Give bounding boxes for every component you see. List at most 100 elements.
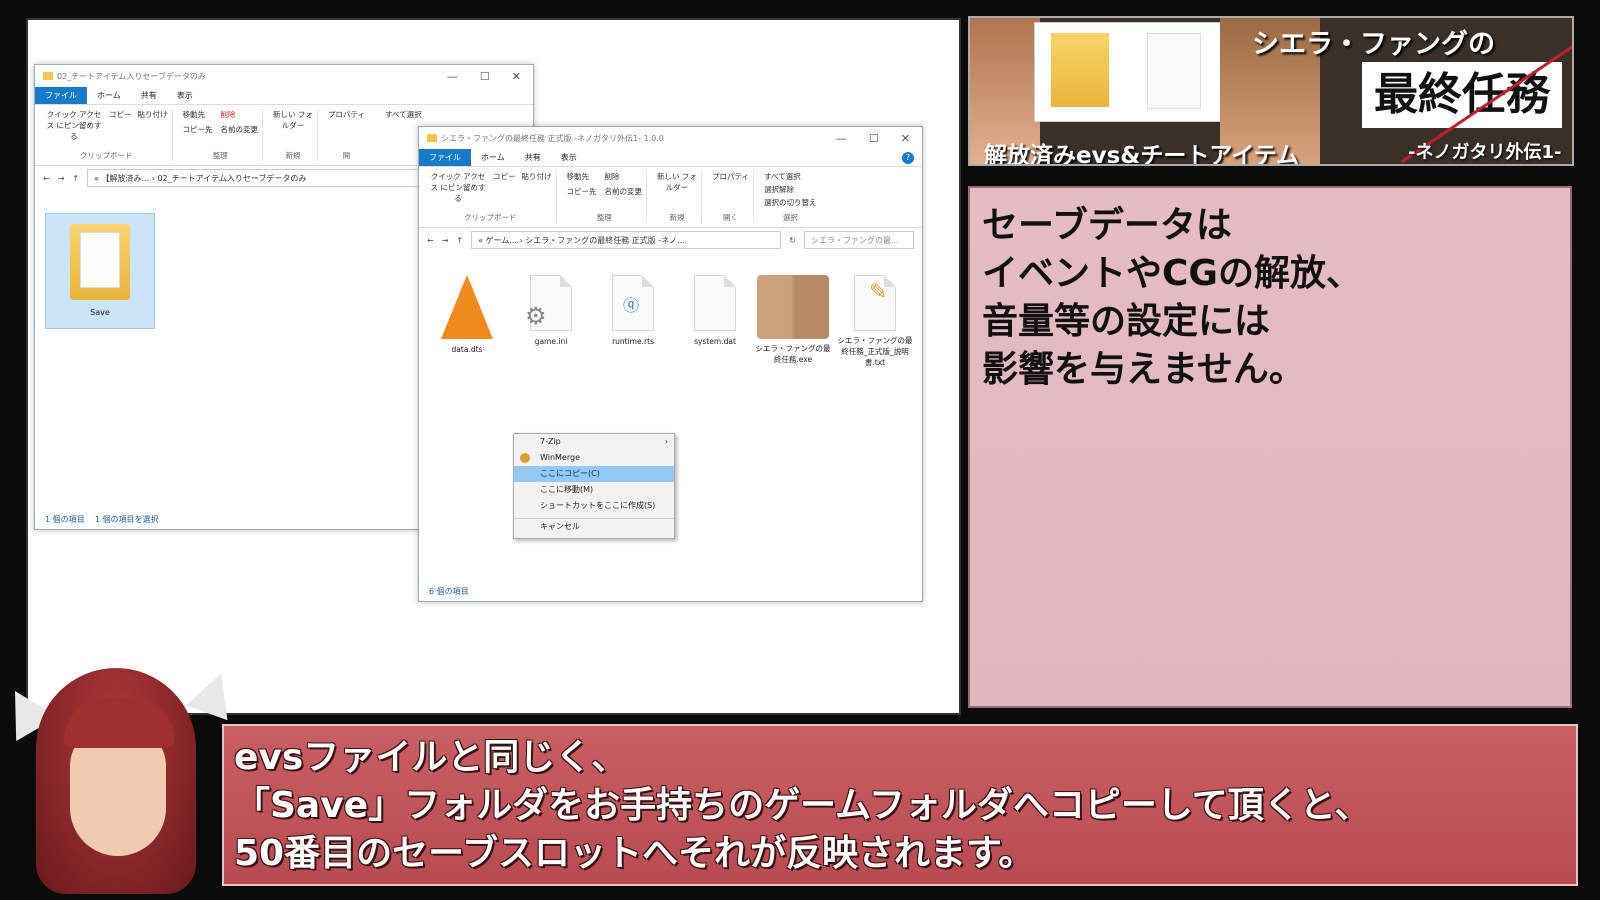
subtitle-line: 50番目のセーブスロットへそれが反映されます。 [234, 833, 1035, 874]
rename-button[interactable]: 名前の変更 [221, 124, 259, 135]
help-icon[interactable]: ? [902, 151, 914, 164]
tab-file[interactable]: ファイル [35, 87, 87, 104]
context-menu: 7-Zip › WinMerge ここにコピー(C) ここに移動(M) ショートカ… [513, 433, 675, 539]
select-all-button[interactable]: すべて選択 [385, 110, 422, 119]
new-folder-button[interactable]: 新しい フォルダー [657, 171, 697, 193]
pin-button[interactable]: クイック アクセス にピン留めする [45, 109, 103, 142]
group-label: クリップボード [80, 151, 133, 160]
back-icon[interactable]: ← [43, 174, 50, 183]
forward-icon[interactable]: → [442, 236, 449, 245]
tab-share[interactable]: 共有 [131, 87, 167, 104]
tab-share[interactable]: 共有 [515, 149, 551, 166]
menu-item-cancel[interactable]: キャンセル [514, 518, 674, 534]
group-label: 新規 [285, 151, 301, 160]
menu-item-winmerge[interactable]: WinMerge [514, 450, 674, 466]
group-label: 開 [342, 151, 351, 160]
search-input[interactable]: シエラ・ファングの最... [804, 231, 914, 249]
folder-icon [70, 224, 130, 300]
status-selected: 1 個の項目を選択 [94, 515, 159, 524]
forward-icon[interactable]: → [58, 174, 65, 183]
explorer-window-game-folder: シエラ・ファングの最終任務 正式版 -ネノガタリ外伝1- 1.0.0 — ☐ ✕ フ… [418, 126, 923, 602]
address-path[interactable]: « ゲーム... › シエラ・ファングの最終任務 正式版 -ネノ... [471, 231, 782, 249]
back-icon[interactable]: ← [427, 236, 434, 245]
text-file-icon: ✎ [854, 275, 896, 331]
note-line: セーブデータは [982, 205, 1232, 246]
screen-capture-area: 02_チートアイテム入りセーブデータのみ — ☐ ✕ ファイル ホーム 共有 表示 … [26, 18, 961, 715]
select-all-button[interactable]: すべて選択 [764, 171, 817, 182]
tab-home[interactable]: ホーム [471, 149, 515, 166]
window-title: 02_チートアイテム入りセーブデータのみ [57, 71, 206, 81]
close-icon[interactable]: ✕ [901, 132, 910, 145]
tab-file[interactable]: ファイル [419, 149, 471, 166]
save-folder-item[interactable]: Save [45, 213, 155, 329]
ribbon: クイック アクセス にピン留めする コピー 貼り付け クリップボード 移動先 削… [419, 166, 922, 228]
refresh-icon[interactable]: ↻ [789, 236, 796, 245]
window-title: シエラ・ファングの最終任務 正式版 -ネノガタリ外伝1- 1.0.0 [441, 133, 664, 143]
bangs [64, 698, 174, 748]
copy-to-button[interactable]: コピー先 [567, 186, 597, 197]
subtitle-box: evsファイルと同じく、 「Save」フォルダをお手持ちのゲームフォルダへコピー… [222, 724, 1578, 886]
file-label: runtime.rts [612, 337, 654, 346]
copy-button[interactable]: コピー [493, 171, 516, 204]
tab-view[interactable]: 表示 [167, 87, 203, 104]
menu-item-7zip[interactable]: 7-Zip › [514, 434, 674, 450]
file-item[interactable]: system.dat [677, 275, 753, 346]
invert-selection-button[interactable]: 選択の切り替え [764, 197, 817, 208]
menu-item-copy-here[interactable]: ここにコピー(C) [514, 466, 674, 482]
file-label: system.dat [694, 337, 736, 346]
group-label: クリップボード [464, 213, 517, 222]
copy-to-button[interactable]: コピー先 [183, 124, 213, 135]
clipboard-group: クイック アクセス にピン留めする コピー 貼り付け クリップボード [41, 109, 173, 161]
group-label: 選択 [782, 213, 798, 222]
file-item[interactable]: ✎ シエラ・ファングの最終任務_正式版_説明書.txt [837, 275, 913, 368]
note-line: イベントやCGの解放、 [982, 253, 1362, 294]
delete-button[interactable]: 削除 [605, 171, 643, 182]
move-to-button[interactable]: 移動先 [183, 109, 213, 120]
file-label: シエラ・ファングの最終任務_正式版_説明書.txt [837, 336, 913, 367]
address-bar: ← → ↑ « ゲーム... › シエラ・ファングの最終任務 正式版 -ネノ..… [419, 228, 922, 252]
paste-button[interactable]: 貼り付け [522, 171, 552, 204]
chevron-right-icon: › [664, 437, 668, 446]
select-group: すべて選択 [375, 109, 422, 161]
ribbon-tabs: ファイル ホーム 共有 表示 [35, 87, 533, 104]
menu-item-move-here[interactable]: ここに移動(M) [514, 482, 674, 498]
group-label: 整理 [596, 213, 612, 222]
menu-item-create-shortcut[interactable]: ショートカットをここに作成(S) [514, 498, 674, 514]
minimize-icon[interactable]: — [447, 70, 458, 83]
rename-button[interactable]: 名前の変更 [605, 186, 643, 197]
tab-view[interactable]: 表示 [551, 149, 587, 166]
file-item[interactable]: シエラ・ファングの最終任務.exe [755, 275, 831, 365]
tab-home[interactable]: ホーム [87, 87, 131, 104]
blank-file-icon [694, 275, 736, 331]
banner-title-small: シエラ・ファングの [1252, 29, 1495, 60]
settings-file-icon: ⚙ [525, 275, 572, 331]
minimize-icon[interactable]: — [836, 132, 847, 145]
folder-icon [427, 134, 437, 142]
new-folder-button[interactable]: 新しい フォルダー [273, 109, 313, 131]
new-group: 新しい フォルダー 新規 [653, 171, 702, 223]
file-item[interactable]: ⓠ runtime.rts [595, 275, 671, 346]
select-none-button[interactable]: 選択解除 [764, 184, 817, 195]
properties-button[interactable]: プロパティ [328, 109, 365, 120]
close-icon[interactable]: ✕ [512, 70, 521, 83]
up-icon[interactable]: ↑ [456, 236, 463, 245]
file-item[interactable]: ⚙ game.ini [513, 275, 589, 346]
file-item[interactable]: data.dts [429, 275, 505, 354]
note-line: 影響を与えません。 [982, 349, 1305, 390]
status-bar: 1 個の項目 1 個の項目を選択 [45, 514, 158, 525]
pin-button[interactable]: クイック アクセス にピン留めする [429, 171, 487, 204]
maximize-icon[interactable]: ☐ [480, 70, 490, 83]
copy-button[interactable]: コピー [109, 109, 132, 142]
note-text: セーブデータは イベントやCGの解放、 音量等の設定には 影響を与えません。 [982, 202, 1362, 394]
vlc-cone-icon [441, 275, 493, 339]
up-icon[interactable]: ↑ [72, 174, 79, 183]
maximize-icon[interactable]: ☐ [869, 132, 879, 145]
paste-button[interactable]: 貼り付け [138, 109, 168, 142]
move-to-button[interactable]: 移動先 [567, 171, 597, 182]
subtitle-line: 「Save」フォルダをお手持ちのゲームフォルダへコピーして頂くと、 [234, 785, 1371, 826]
status-bar: 6 個の項目 [429, 586, 469, 597]
open-group: プロパティ 開く [708, 171, 755, 223]
properties-button[interactable]: プロパティ [712, 171, 749, 182]
delete-button[interactable]: 削除 [221, 109, 259, 120]
new-group: 新しい フォルダー 新規 [269, 109, 318, 161]
